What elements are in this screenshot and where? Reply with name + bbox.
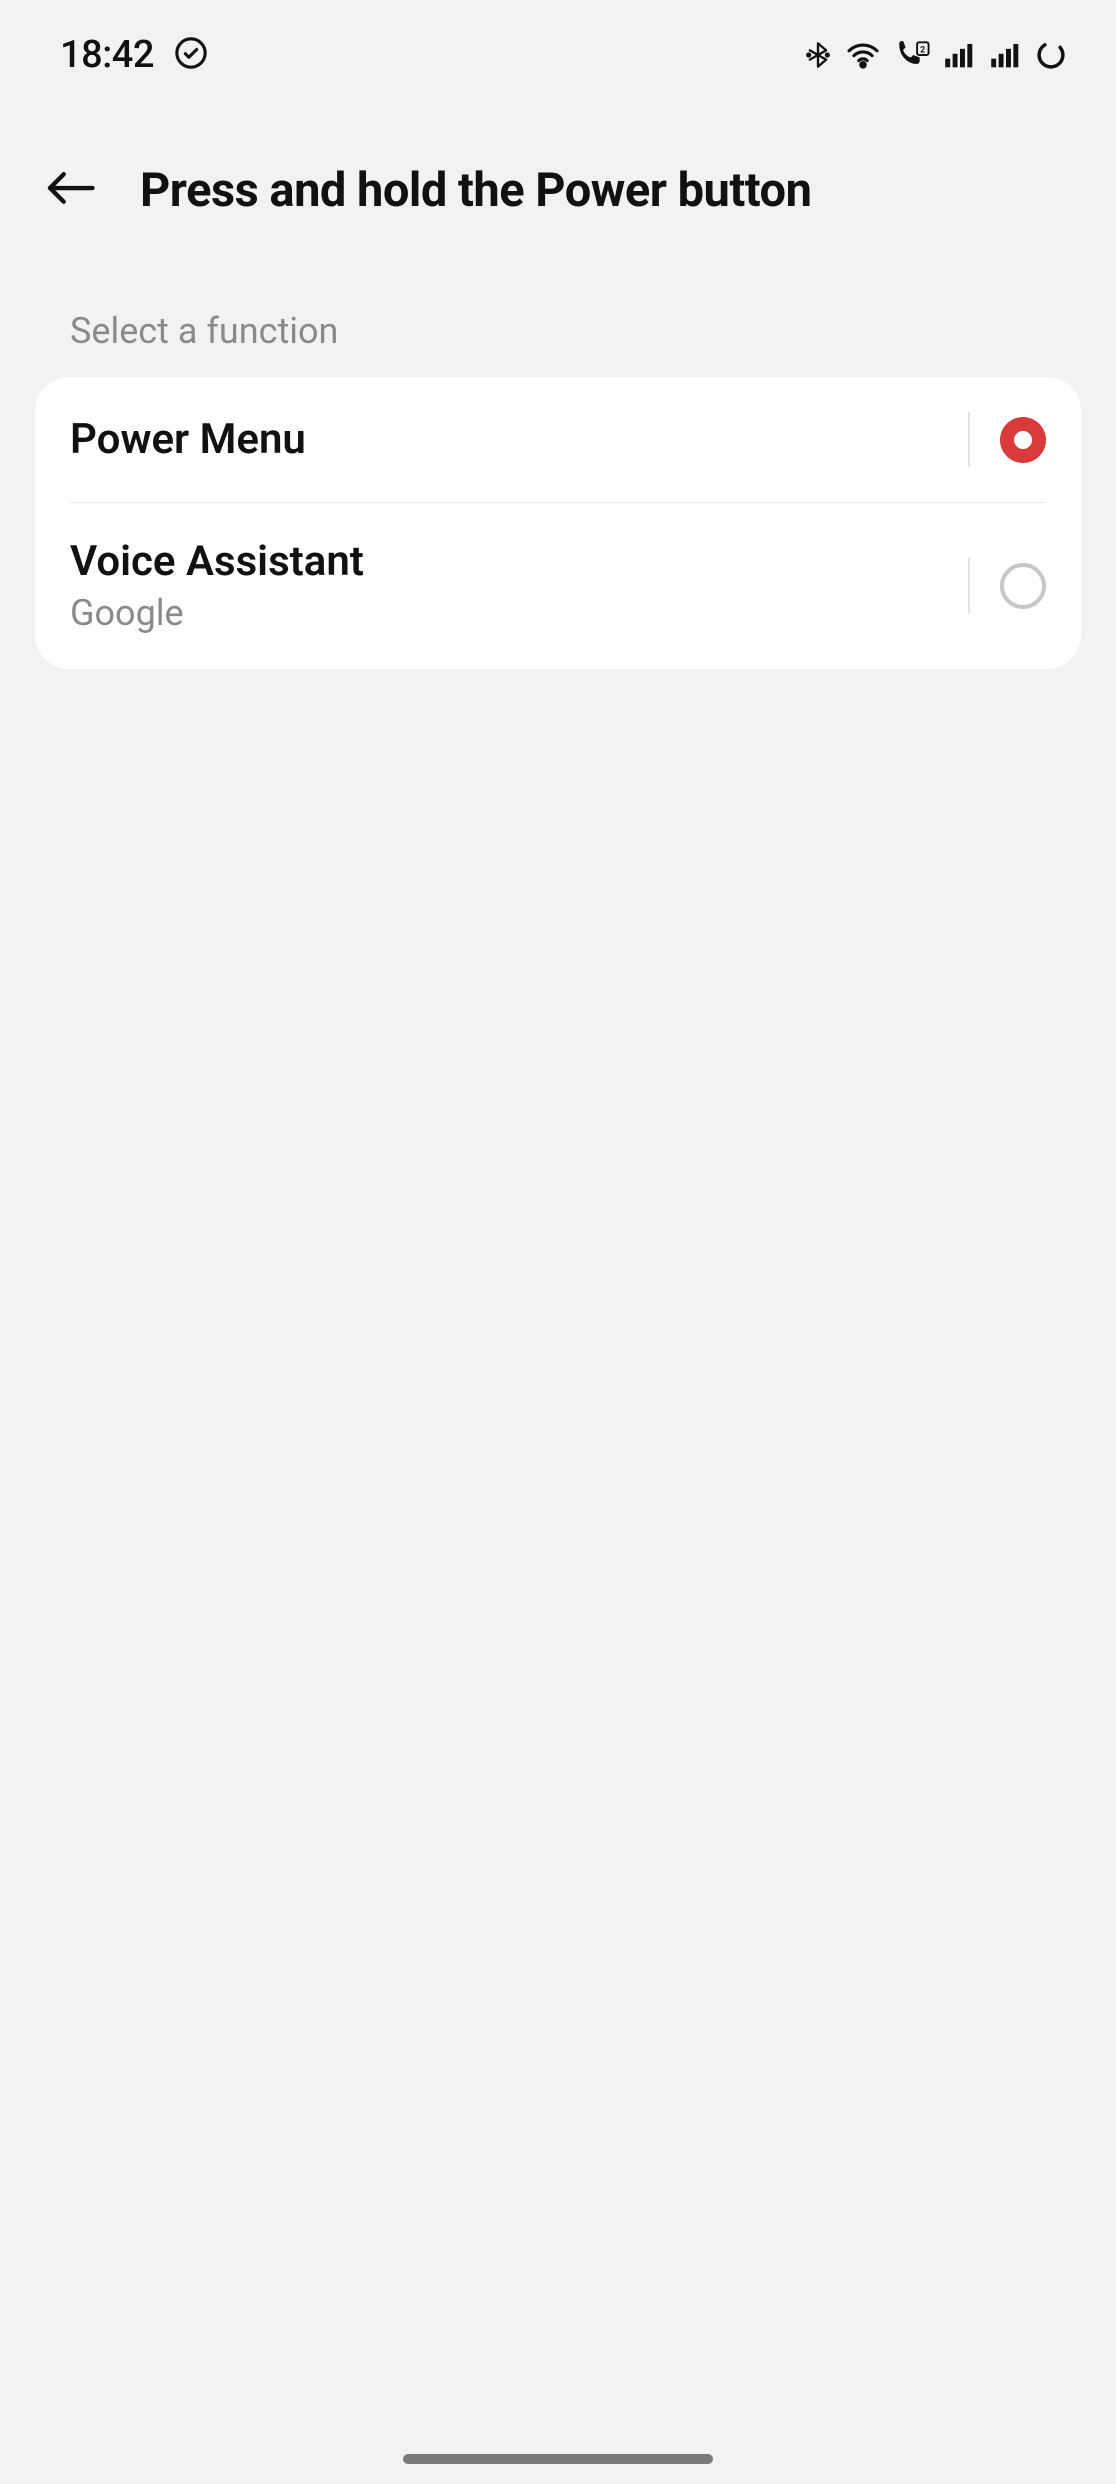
radio-unselected[interactable] — [1000, 563, 1046, 609]
wifi-icon — [846, 41, 880, 69]
status-time: 18:42 — [60, 33, 154, 77]
option-right — [968, 412, 1046, 467]
radio-selected[interactable] — [1000, 417, 1046, 463]
separator — [968, 558, 970, 613]
status-bar: 18:42 — [0, 0, 1116, 100]
option-subtitle: Google — [70, 592, 364, 634]
option-voice-assistant[interactable]: Voice Assistant Google — [35, 502, 1081, 669]
check-circle-icon — [174, 36, 208, 74]
svg-text:2: 2 — [920, 45, 925, 55]
status-left: 18:42 — [60, 33, 208, 77]
option-texts: Voice Assistant Google — [70, 537, 364, 634]
option-right — [968, 558, 1046, 613]
option-power-menu[interactable]: Power Menu — [35, 377, 1081, 502]
signal-bars-1-icon — [944, 41, 976, 69]
bluetooth-icon — [804, 39, 832, 71]
section-label: Select a function — [0, 260, 1116, 377]
option-title: Voice Assistant — [70, 537, 364, 586]
option-texts: Power Menu — [70, 415, 306, 464]
option-title: Power Menu — [70, 415, 306, 464]
back-button[interactable] — [40, 160, 100, 220]
status-right: 2 — [804, 39, 1066, 71]
vowifi-icon: 2 — [894, 41, 930, 69]
page-header: Press and hold the Power button — [0, 100, 1116, 260]
separator — [968, 412, 970, 467]
loading-circle-icon — [1036, 40, 1066, 70]
arrow-left-icon — [45, 168, 95, 212]
signal-bars-2-icon — [990, 41, 1022, 69]
home-indicator[interactable] — [403, 2454, 713, 2464]
page-title: Press and hold the Power button — [140, 163, 811, 218]
options-card: Power Menu Voice Assistant Google — [35, 377, 1081, 669]
